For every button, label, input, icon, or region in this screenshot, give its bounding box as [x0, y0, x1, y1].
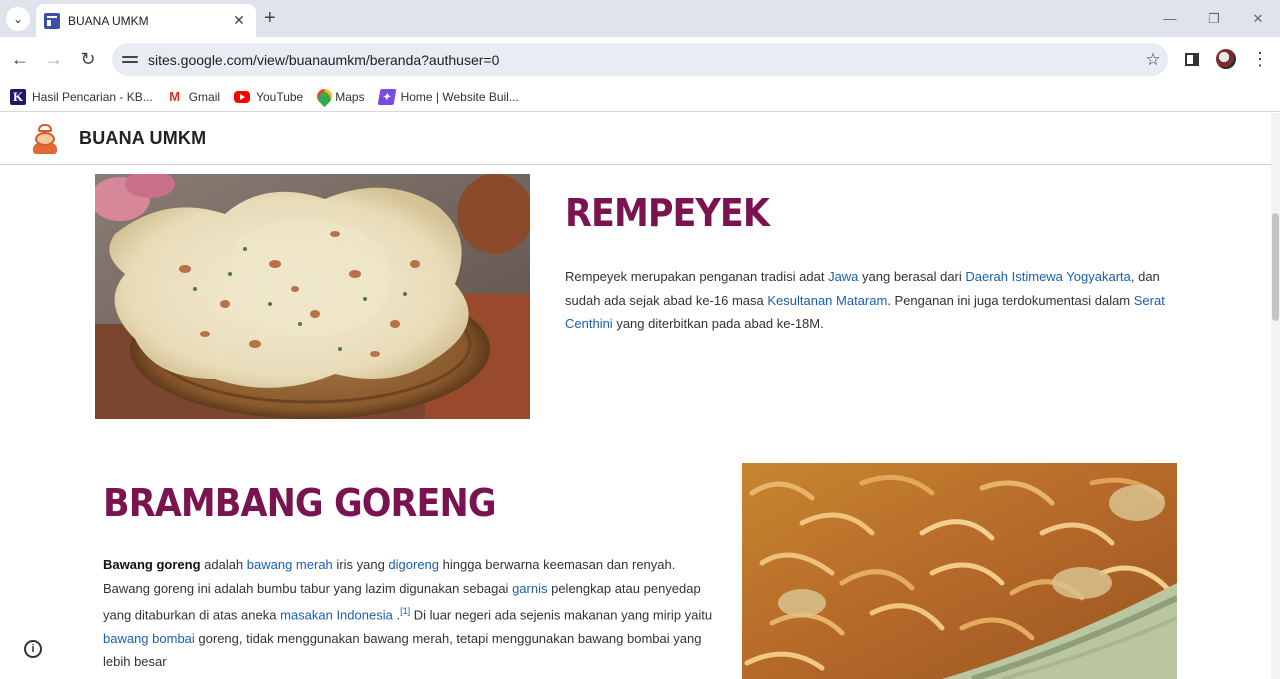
maps-icon — [317, 89, 329, 105]
scrollbar-thumb[interactable] — [1272, 213, 1279, 321]
page-scrollbar[interactable] — [1271, 113, 1280, 679]
info-icon[interactable]: i — [24, 640, 42, 658]
rempeyek-description: Rempeyek merupakan penganan tradisi adat… — [565, 269, 1165, 331]
chevron-down-icon[interactable]: ⌄ — [6, 7, 30, 31]
site-logo[interactable] — [32, 123, 58, 154]
new-tab-button[interactable]: + — [264, 8, 276, 28]
bookmark-label: Hasil Pencarian - KB... — [32, 89, 153, 104]
youtube-icon — [234, 90, 251, 103]
gmail-icon: M — [169, 89, 181, 104]
website-builder-icon: ✦ — [377, 88, 396, 105]
bookmark-website-builder[interactable]: ✦ Home | Website Buil... — [377, 88, 519, 105]
profile-button[interactable] — [1214, 47, 1238, 71]
back-icon[interactable]: ← — [8, 47, 32, 71]
side-panel-button[interactable] — [1180, 47, 1204, 71]
tab-title: BUANA UMKM — [68, 13, 149, 28]
browser-toolbar: ← → ↻ sites.google.com/view/buanaumkm/be… — [0, 37, 1280, 82]
link-kesultanan-mataram[interactable]: Kesultanan Mataram — [767, 293, 887, 308]
minimize-icon[interactable]: — — [1148, 0, 1192, 37]
address-bar[interactable]: sites.google.com/view/buanaumkm/beranda?… — [112, 43, 1168, 76]
link-bawang-bombai[interactable]: bawang bombai — [103, 631, 195, 646]
brambang-goreng-title: BRAMBANG GORENG — [103, 481, 497, 525]
window-close-icon[interactable]: ✕ — [1236, 0, 1280, 37]
bookmark-youtube[interactable]: YouTube — [234, 90, 303, 104]
reload-icon[interactable]: ↻ — [76, 47, 100, 71]
google-sites-icon — [44, 12, 60, 29]
link-bawang-merah[interactable]: bawang merah — [247, 557, 333, 572]
link-garnis[interactable]: garnis — [512, 581, 547, 596]
rempeyek-image — [95, 174, 530, 419]
link-masakan-indonesia[interactable]: masakan Indonesia — [280, 607, 393, 622]
bookmark-label: Gmail — [188, 89, 221, 104]
tab-strip: ⌄ BUANA UMKM ✕ + — ❐ ✕ — [0, 0, 1280, 37]
bookmark-gmail[interactable]: M Gmail — [167, 89, 220, 105]
brambang-goreng-description: Bawang goreng adalah bawang merah iris y… — [103, 557, 713, 670]
avatar — [1216, 49, 1236, 69]
site-header: BUANA UMKM — [0, 113, 1271, 165]
bookmark-star-icon[interactable]: ☆ — [1138, 50, 1168, 70]
web-page: BUANA UMKM REMPEYEK Rempeyek merupakan p… — [0, 113, 1280, 679]
link-digoreng[interactable]: digoreng — [388, 557, 439, 572]
menu-dots-icon[interactable]: ⋮ — [1248, 47, 1272, 71]
footnote-link[interactable]: [1] — [400, 606, 410, 616]
bookmark-label: Home | Website Buil... — [400, 89, 519, 104]
active-tab[interactable]: BUANA UMKM ✕ — [36, 4, 256, 37]
bookmark-label: YouTube — [256, 89, 304, 104]
site-title[interactable]: BUANA UMKM — [79, 128, 206, 149]
restore-icon[interactable]: ❐ — [1192, 0, 1236, 37]
kbbi-icon: K — [10, 88, 26, 105]
forward-icon[interactable]: → — [42, 47, 66, 71]
close-icon[interactable]: ✕ — [230, 12, 248, 29]
window-controls: — ❐ ✕ — [1148, 0, 1280, 37]
side-panel-icon — [1185, 52, 1199, 66]
site-info-icon[interactable] — [122, 52, 138, 68]
brambang-goreng-image — [742, 463, 1177, 679]
link-daerah-istimewa-yogyakarta[interactable]: Daerah Istimewa Yogyakarta — [965, 269, 1130, 284]
rempeyek-title: REMPEYEK — [565, 191, 770, 235]
bookmark-kbbi[interactable]: K Hasil Pencarian - KB... — [10, 88, 153, 105]
bookmarks-bar: K Hasil Pencarian - KB... M Gmail YouTub… — [0, 82, 1280, 112]
link-jawa[interactable]: Jawa — [828, 269, 858, 284]
url-text[interactable]: sites.google.com/view/buanaumkm/beranda?… — [148, 52, 1138, 68]
bookmark-label: Maps — [335, 89, 365, 104]
bookmark-maps[interactable]: Maps — [317, 89, 364, 105]
